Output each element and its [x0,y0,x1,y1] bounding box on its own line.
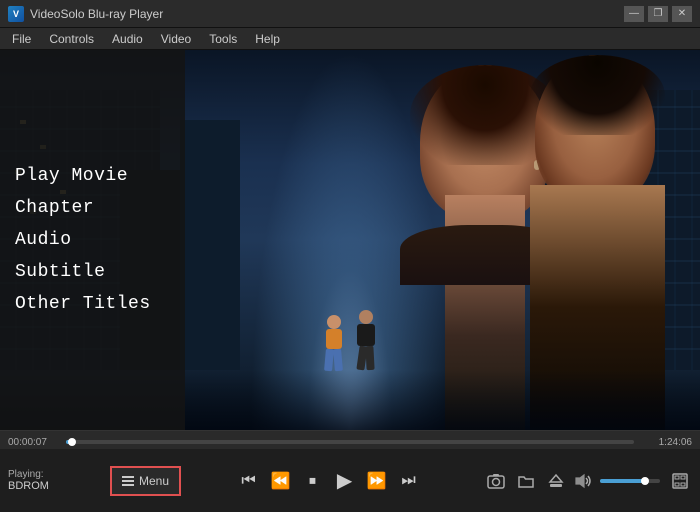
menu-icon-line-2 [122,480,134,482]
open-file-button[interactable] [514,469,538,493]
menu-audio[interactable]: Audio [104,30,151,48]
app-title: VideoSolo Blu-ray Player [30,7,163,21]
play-pause-button[interactable]: ▶ [331,467,359,495]
transport-controls: ⏮ ⏪ ⏹ ▶ ⏩ ⏭ [235,467,423,495]
skip-next-button[interactable]: ⏭ [395,467,423,495]
rewind-button[interactable]: ⏪ [267,467,295,495]
fast-forward-button[interactable]: ⏩ [363,467,391,495]
overlay-menu-subtitle[interactable]: Subtitle [15,256,170,288]
menu-help[interactable]: Help [247,30,288,48]
playing-label: Playing: [8,469,98,480]
volume-section [572,469,660,493]
overlay-menu-chapter[interactable]: Chapter [15,192,170,224]
title-bar-left: V VideoSolo Blu-ray Player [8,6,163,22]
time-elapsed: 00:00:07 [8,437,60,448]
overlay-menu-other-titles[interactable]: Other Titles [15,288,170,320]
menu-button-label: Menu [139,474,169,488]
stop-button[interactable]: ⏹ [299,467,327,495]
fullscreen-icon [672,473,688,489]
title-bar: V VideoSolo Blu-ray Player — ❐ ✕ [0,0,700,28]
app-icon: V [8,6,24,22]
volume-icon [575,473,593,489]
close-button[interactable]: ✕ [672,6,692,22]
fullscreen-button[interactable] [668,469,692,493]
overlay-menu-audio[interactable]: Audio [15,224,170,256]
controls-area: 00:00:07 1:24:06 Playing: BDROM Menu ⏮ ⏪ [0,430,700,512]
menu-bar: File Controls Audio Video Tools Help [0,28,700,50]
eject-button[interactable] [544,469,568,493]
volume-track[interactable] [600,479,660,483]
overlay-menu-play-movie[interactable]: Play Movie [15,160,170,192]
overlay-menu: Play Movie Chapter Audio Subtitle Other … [0,50,185,430]
running-figures [323,310,377,375]
volume-fill [600,479,645,483]
playing-value: BDROM [8,480,98,492]
camera-icon [487,473,505,489]
time-total: 1:24:06 [640,437,692,448]
progress-thumb[interactable] [68,438,76,446]
folder-icon [517,473,535,489]
title-bar-controls: — ❐ ✕ [624,6,692,22]
menu-icon-line-3 [122,484,134,486]
playing-section: Playing: BDROM [8,469,98,492]
volume-button[interactable] [572,469,596,493]
minimize-button[interactable]: — [624,6,644,22]
skip-back-button[interactable]: ⏮ [235,467,263,495]
restore-button[interactable]: ❐ [648,6,668,22]
right-controls [484,469,568,493]
menu-tools[interactable]: Tools [201,30,245,48]
screenshot-button[interactable] [484,469,508,493]
controls-row: Playing: BDROM Menu ⏮ ⏪ ⏹ ▶ ⏩ ⏭ [0,449,700,512]
volume-thumb[interactable] [641,477,649,485]
menu-controls[interactable]: Controls [41,30,102,48]
menu-icon [122,476,134,486]
eject-icon [548,473,564,489]
menu-file[interactable]: File [4,30,39,48]
video-area: Play Movie Chapter Audio Subtitle Other … [0,50,700,430]
menu-button[interactable]: Menu [110,466,181,496]
menu-icon-line-1 [122,476,134,478]
progress-bar-container: 00:00:07 1:24:06 [0,431,700,449]
progress-track[interactable] [66,440,634,444]
menu-video[interactable]: Video [153,30,199,48]
